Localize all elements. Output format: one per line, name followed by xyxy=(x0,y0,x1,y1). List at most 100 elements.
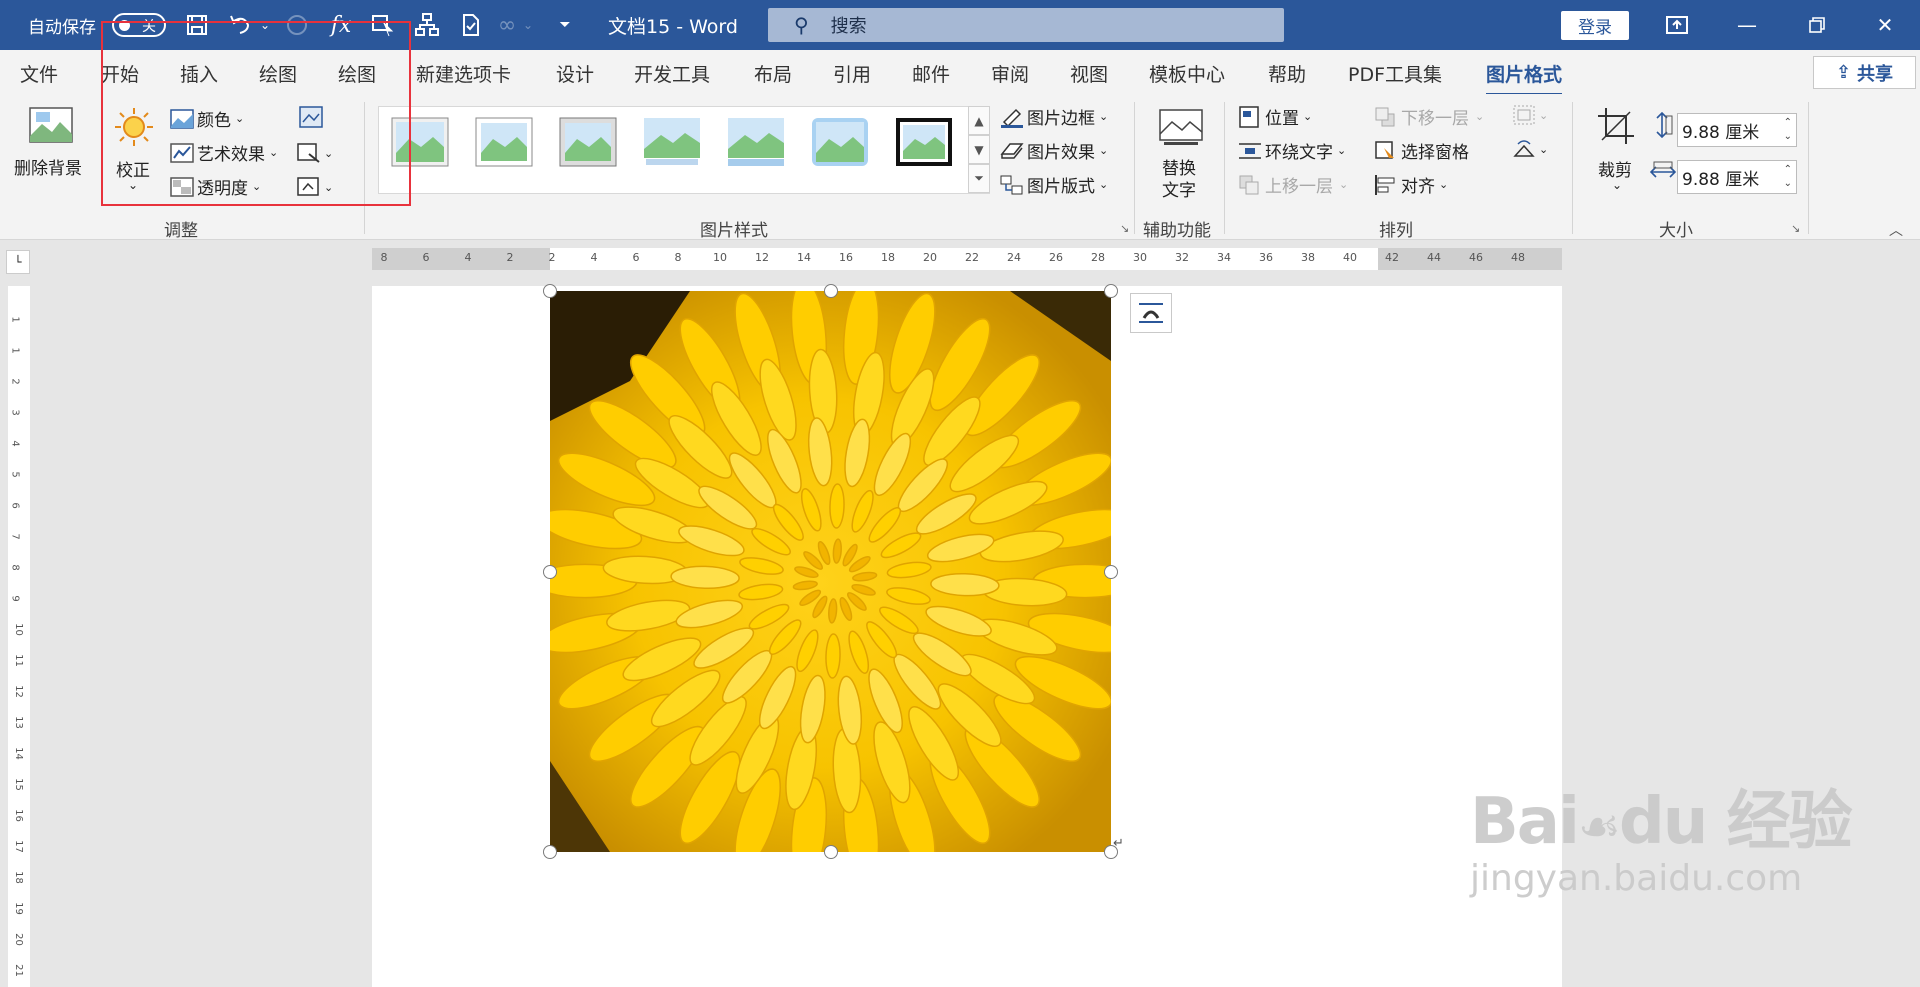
change-picture-dropdown-icon: ⌄ xyxy=(324,146,334,160)
login-button[interactable]: 登录 xyxy=(1561,11,1629,40)
tab-design[interactable]: 设计 xyxy=(556,60,594,87)
customize-toolbar-icon[interactable]: ⏷ xyxy=(548,0,582,50)
ruler-tick-label: 1 xyxy=(9,347,21,354)
share-button[interactable]: ⇪ 共享 xyxy=(1813,56,1916,89)
artistic-effects-button[interactable]: 艺术效果 ⌄ xyxy=(170,140,278,165)
remove-background-icon[interactable] xyxy=(28,106,74,146)
document-check-icon[interactable] xyxy=(454,0,488,50)
tab-developer[interactable]: 开发工具 xyxy=(634,60,710,87)
crop-dropdown-icon[interactable]: ⌄ xyxy=(1612,178,1622,192)
corrections-dropdown-icon[interactable]: ⌄ xyxy=(128,178,138,192)
ribbon-display-icon[interactable] xyxy=(1642,0,1712,50)
remove-background-label[interactable]: 删除背景 xyxy=(14,154,82,179)
tab-template-center[interactable]: 模板中心 xyxy=(1149,60,1225,87)
tab-pdf-tools[interactable]: PDF工具集 xyxy=(1348,60,1442,87)
select-object-icon[interactable] xyxy=(366,0,400,50)
close-icon[interactable]: ✕ xyxy=(1850,0,1920,50)
height-input[interactable]: 9.88 厘米 ⌃ ⌄ xyxy=(1677,113,1797,147)
wrap-text-dropdown-icon: ⌄ xyxy=(1337,144,1347,157)
tab-review[interactable]: 审阅 xyxy=(991,60,1029,87)
picture-styles-launcher-icon[interactable]: ↘ xyxy=(1120,222,1129,235)
picture-style-5[interactable] xyxy=(727,117,785,167)
group-separator xyxy=(1224,102,1225,234)
tab-view[interactable]: 视图 xyxy=(1070,60,1108,87)
picture-style-2[interactable] xyxy=(475,117,533,167)
org-chart-icon[interactable] xyxy=(410,0,444,50)
tab-help[interactable]: 帮助 xyxy=(1268,60,1306,87)
gallery-scroll-down-icon[interactable]: ▼ xyxy=(968,135,990,164)
resize-handle-right[interactable] xyxy=(1104,565,1118,579)
picture-style-3[interactable] xyxy=(559,117,617,167)
transparency-button[interactable]: 透明度 ⌄ xyxy=(170,174,261,199)
formula-icon[interactable]: fx xyxy=(324,0,358,50)
ruler-tick-label: 15 xyxy=(12,778,24,791)
picture-style-7[interactable] xyxy=(895,117,953,167)
width-input[interactable]: 9.88 厘米 ⌃ ⌄ xyxy=(1677,160,1797,194)
resize-handle-bottom[interactable] xyxy=(824,845,838,859)
color-label: 颜色 xyxy=(197,111,231,131)
wrap-text-button[interactable]: 环绕文字 ⌄ xyxy=(1238,138,1346,163)
gallery-scroll-up-icon[interactable]: ▲ xyxy=(968,106,990,135)
vertical-ruler[interactable]: 112345678910111213141516171819202122 xyxy=(8,286,30,987)
tab-new[interactable]: 新建选项卡 xyxy=(416,60,511,87)
align-button[interactable]: 对齐 ⌄ xyxy=(1374,172,1448,197)
tab-file[interactable]: 文件 xyxy=(20,60,58,87)
height-spinner-icon[interactable]: ⌃ ⌄ xyxy=(1784,116,1792,144)
horizontal-ruler[interactable]: 8 6 4 2 2 4 6 8 10 12 14 16 18 20 22 24 26 28 30 32 34 36 38 40… xyxy=(372,248,1562,270)
undo-icon[interactable] xyxy=(224,0,258,50)
tab-picture-format[interactable]: 图片格式 xyxy=(1486,60,1563,96)
resize-handle-bottom-left[interactable] xyxy=(543,845,557,859)
tab-selector-icon[interactable]: └ xyxy=(6,250,30,274)
ruler-tick-label: 24 xyxy=(1007,251,1021,264)
picture-layout-button[interactable]: 图片版式 ⌄ xyxy=(1000,172,1108,197)
layout-options-button[interactable] xyxy=(1130,293,1172,333)
undo-dropdown-icon[interactable]: ⌄ xyxy=(256,0,274,50)
picture-style-1[interactable] xyxy=(391,117,449,167)
selection-pane-button[interactable]: 选择窗格 xyxy=(1374,138,1469,163)
chrysanthemum-image xyxy=(550,291,1111,852)
search-box[interactable]: ⚲ 搜索 xyxy=(768,8,1284,42)
autosave-toggle[interactable]: 关 xyxy=(112,13,166,37)
alt-text-icon[interactable] xyxy=(1158,108,1204,148)
reset-picture-button[interactable]: ⌄ xyxy=(297,176,333,198)
selected-picture[interactable] xyxy=(550,291,1111,852)
picture-border-button[interactable]: 图片边框 ⌄ xyxy=(1000,104,1108,129)
color-button[interactable]: 颜色 ⌄ xyxy=(170,106,244,131)
tab-mailings[interactable]: 邮件 xyxy=(912,60,950,87)
picture-style-6[interactable] xyxy=(811,117,869,167)
picture-effects-button[interactable]: 图片效果 ⌄ xyxy=(1000,138,1108,163)
restore-icon[interactable] xyxy=(1782,0,1852,50)
width-spinner-icon[interactable]: ⌃ ⌄ xyxy=(1784,163,1792,191)
size-launcher-icon[interactable]: ↘ xyxy=(1791,222,1800,235)
crop-icon[interactable] xyxy=(1596,106,1636,146)
resize-handle-top[interactable] xyxy=(824,284,838,298)
tab-home[interactable]: 开始 xyxy=(101,60,139,87)
tab-insert[interactable]: 插入 xyxy=(180,60,218,87)
picture-style-4[interactable] xyxy=(643,117,701,167)
resize-handle-top-left[interactable] xyxy=(543,284,557,298)
align-dropdown-icon: ⌄ xyxy=(1439,178,1449,191)
group-separator xyxy=(1572,102,1573,234)
ribbon-tabs: 文件 开始 插入 绘图 绘图 新建选项卡 设计 开发工具 布局 引用 邮件 审阅… xyxy=(0,50,1920,96)
transparency-icon xyxy=(170,176,194,197)
resize-handle-top-right[interactable] xyxy=(1104,284,1118,298)
tab-draw-2[interactable]: 绘图 xyxy=(338,60,376,87)
link-dropdown-icon: ⌄ xyxy=(522,18,534,32)
resize-handle-left[interactable] xyxy=(543,565,557,579)
ruler-tick-label: 21 xyxy=(12,964,24,977)
minimize-icon[interactable]: — xyxy=(1712,0,1782,50)
tab-references[interactable]: 引用 xyxy=(833,60,871,87)
position-dropdown-icon: ⌄ xyxy=(1303,110,1313,123)
ruler-tick-label: 6 xyxy=(422,251,430,264)
tab-layout[interactable]: 布局 xyxy=(754,60,792,87)
alt-text-label-2[interactable]: 文字 xyxy=(1162,176,1196,201)
change-picture-button[interactable]: ⌄ xyxy=(297,142,333,164)
compress-pictures-icon[interactable] xyxy=(297,104,325,130)
save-icon[interactable] xyxy=(180,0,214,50)
tab-draw[interactable]: 绘图 xyxy=(259,60,297,87)
corrections-icon[interactable] xyxy=(113,106,155,148)
gallery-expand-icon[interactable]: ⏷ xyxy=(968,164,990,193)
rotate-icon[interactable]: ⌄ xyxy=(1512,138,1548,160)
position-button[interactable]: 位置 ⌄ xyxy=(1238,104,1312,129)
collapse-ribbon-icon[interactable]: ︿ xyxy=(1889,220,1903,240)
